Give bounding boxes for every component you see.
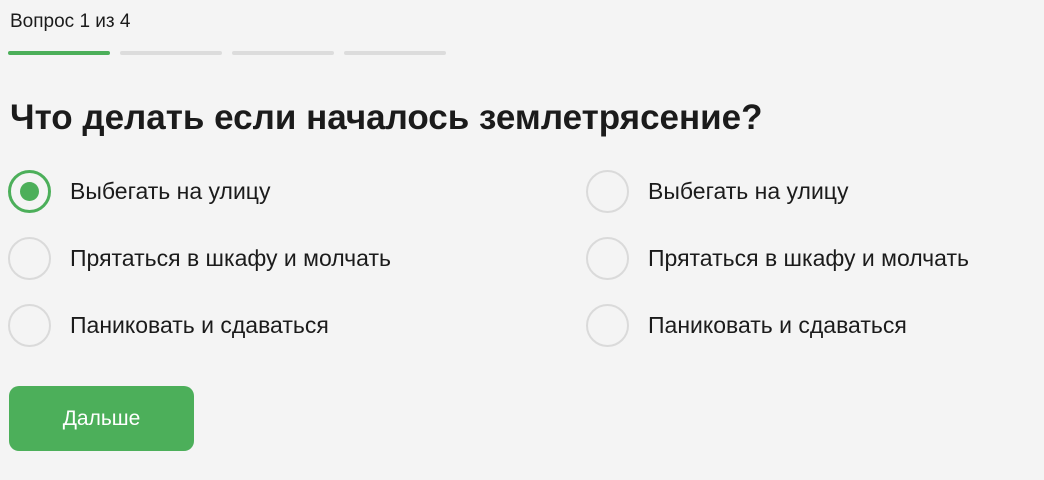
progress-segment-4	[344, 51, 446, 55]
answer-option-label: Паниковать и сдаваться	[70, 312, 329, 338]
next-button[interactable]: Дальше	[9, 386, 194, 451]
answer-option-label: Прятаться в шкафу и молчать	[648, 245, 969, 271]
answer-option-label: Выбегать на улицу	[648, 178, 849, 204]
radio-button[interactable]	[586, 237, 629, 280]
progress-bar	[8, 51, 446, 55]
answer-options: Выбегать на улицу Выбегать на улицу Прят…	[8, 170, 1038, 371]
answer-option-3[interactable]: Прятаться в шкафу и молчать	[8, 237, 586, 304]
answer-option-4[interactable]: Прятаться в шкафу и молчать	[586, 237, 1038, 304]
radio-button[interactable]	[586, 304, 629, 347]
progress-segment-1	[8, 51, 110, 55]
question-title: Что делать если началось землетрясение?	[10, 98, 763, 137]
answer-option-1[interactable]: Выбегать на улицу	[8, 170, 586, 237]
progress-label: Вопрос 1 из 4	[10, 11, 131, 32]
radio-selected-dot	[20, 182, 39, 201]
answer-option-label: Выбегать на улицу	[70, 178, 271, 204]
progress-segment-3	[232, 51, 334, 55]
answer-option-label: Прятаться в шкафу и молчать	[70, 245, 391, 271]
radio-button[interactable]	[586, 170, 629, 213]
answer-option-label: Паниковать и сдаваться	[648, 312, 907, 338]
radio-button[interactable]	[8, 170, 51, 213]
answer-option-6[interactable]: Паниковать и сдаваться	[586, 304, 1038, 371]
radio-button[interactable]	[8, 237, 51, 280]
radio-button[interactable]	[8, 304, 51, 347]
quiz-card: Вопрос 1 из 4 Что делать если началось з…	[0, 0, 1044, 480]
answer-option-2[interactable]: Выбегать на улицу	[586, 170, 1038, 237]
progress-segment-2	[120, 51, 222, 55]
answer-option-5[interactable]: Паниковать и сдаваться	[8, 304, 586, 371]
